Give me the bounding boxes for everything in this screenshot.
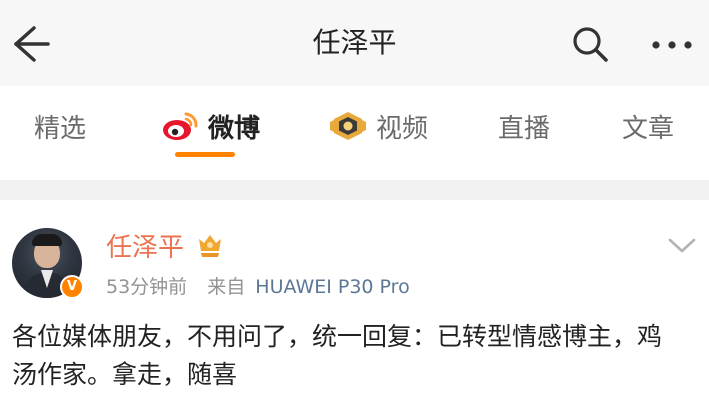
section-divider — [0, 180, 709, 200]
post-content: 各位媒体朋友，不用问了，统一回复：已转型情感博主，鸡汤作家。拿走，随喜 — [12, 322, 663, 389]
profile-tabs: 精选 微博 视频 直播 文章 — [0, 86, 709, 180]
chevron-down-icon[interactable] — [664, 230, 700, 260]
video-badge-icon — [328, 110, 368, 142]
tab-label: 精选 — [33, 113, 86, 144]
tab-label: 微博 — [207, 113, 260, 144]
back-button[interactable] — [8, 22, 52, 66]
back-arrow-icon — [14, 26, 50, 62]
active-tab-indicator — [175, 152, 235, 157]
weibo-post: V 任泽平 53分钟前 来自 HUAWEI P30 Pro 各位媒体朋友，不用问… — [0, 200, 709, 407]
tab-label: 直播 — [497, 113, 550, 144]
tab-label: 视频 — [375, 113, 428, 144]
tab-articles[interactable]: 文章 — [608, 86, 688, 166]
more-button[interactable] — [648, 28, 696, 62]
post-source-prefix: 来自 — [207, 276, 246, 298]
more-icon — [652, 41, 692, 49]
search-icon — [573, 27, 608, 62]
post-meta: 53分钟前 来自 HUAWEI P30 Pro — [106, 272, 410, 299]
tab-featured[interactable]: 精选 — [20, 86, 100, 166]
tab-label: 文章 — [621, 113, 674, 144]
tab-live[interactable]: 直播 — [484, 86, 564, 166]
post-time: 53分钟前 — [106, 276, 188, 298]
post-device-link[interactable]: HUAWEI P30 Pro — [255, 276, 409, 298]
post-author[interactable]: 任泽平 — [106, 227, 184, 264]
weibo-logo-icon — [160, 110, 200, 142]
search-button[interactable] — [570, 24, 610, 64]
verified-badge-icon: V — [60, 275, 84, 299]
member-crown-icon — [199, 235, 221, 257]
tab-video[interactable]: 视频 — [318, 86, 438, 166]
top-bar: 任泽平 — [0, 0, 709, 86]
